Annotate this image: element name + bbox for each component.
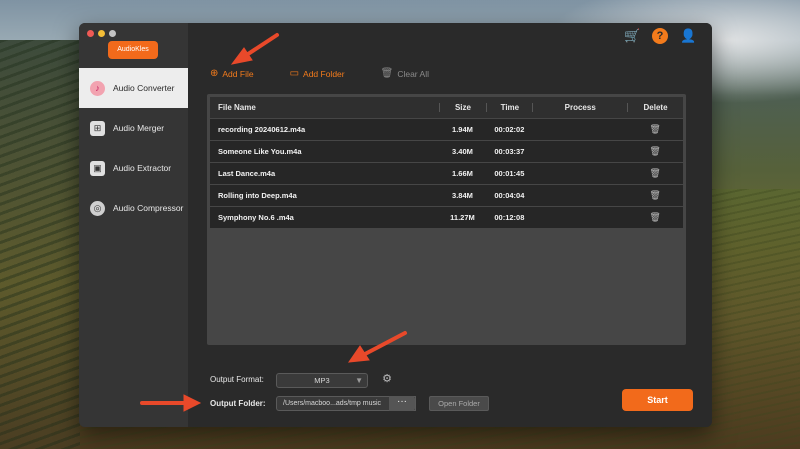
main-panel: 🛒 ? 👤 ⊕ Add File ▭ Add Folder 🗑 Clear Al… (188, 23, 712, 427)
converter-icon: ♪ (90, 80, 105, 96)
sidebar-item-audio-converter[interactable]: ♪ Audio Converter (79, 68, 188, 108)
help-icon[interactable]: ? (652, 28, 668, 44)
clear-all-label: Clear All (397, 68, 429, 79)
header-file-name: File Name (218, 103, 256, 112)
sidebar-item-audio-merger[interactable]: ⊞ Audio Merger (79, 108, 188, 148)
background-landscape-left (0, 40, 80, 449)
file-size: 3.40M (452, 147, 473, 156)
file-size: 3.84M (452, 191, 473, 200)
minimize-window-button[interactable] (98, 30, 105, 37)
file-time: 00:12:08 (494, 213, 525, 222)
open-folder-button[interactable]: Open Folder (429, 396, 489, 411)
delete-icon[interactable]: 🗑 (627, 212, 683, 223)
add-file-button[interactable]: ⊕ Add File (210, 68, 254, 79)
delete-icon[interactable]: 🗑 (627, 124, 683, 135)
clear-all-button[interactable]: 🗑 Clear All (381, 68, 429, 79)
gear-icon[interactable]: ⚙ (380, 372, 394, 386)
chevron-down-icon: ▼ (355, 376, 363, 385)
output-folder-label: Output Folder: (210, 399, 266, 408)
output-format-value: MP3 (314, 376, 330, 385)
table-row[interactable]: Rolling into Deep.m4a 3.84M 00:04:04 🗑 (210, 185, 683, 206)
output-format-select[interactable]: MP3 ▼ (276, 373, 368, 388)
file-time: 00:04:04 (494, 191, 525, 200)
account-icon[interactable]: 👤 (680, 28, 696, 44)
sidebar-item-label: Audio Merger (113, 123, 165, 133)
table-header: File Name Size Time Process Delete (210, 97, 683, 118)
sidebar: AudioKles ♪ Audio Converter ⊞ Audio Merg… (79, 23, 188, 427)
table-row[interactable]: Symphony No.6 .m4a 11.27M 00:12:08 🗑 (210, 207, 683, 228)
file-name: Someone Like You.m4a (218, 147, 302, 156)
browse-folder-button[interactable]: ··· (389, 396, 415, 411)
sidebar-nav: ♪ Audio Converter ⊞ Audio Merger ▣ Audio… (79, 68, 188, 228)
delete-icon[interactable]: 🗑 (627, 146, 683, 157)
output-format-label: Output Format: (210, 375, 264, 384)
merger-icon: ⊞ (90, 120, 105, 136)
table-row[interactable]: Last Dance.m4a 1.66M 00:01:45 🗑 (210, 163, 683, 184)
file-table: File Name Size Time Process Delete recor… (207, 94, 686, 345)
table-row[interactable]: Someone Like You.m4a 3.40M 00:03:37 🗑 (210, 141, 683, 162)
sidebar-item-label: Audio Compressor (113, 203, 184, 213)
header-process: Process (532, 103, 627, 112)
app-window: AudioKles ♪ Audio Converter ⊞ Audio Merg… (79, 23, 712, 427)
file-size: 11.27M (450, 213, 475, 222)
file-time: 00:02:02 (494, 125, 525, 134)
sidebar-item-audio-extractor[interactable]: ▣ Audio Extractor (79, 148, 188, 188)
extractor-icon: ▣ (90, 160, 105, 176)
close-window-button[interactable] (87, 30, 94, 37)
trash-icon: 🗑 (380, 68, 394, 79)
window-controls (87, 30, 116, 37)
file-size: 1.66M (452, 169, 473, 178)
header-size: Size (438, 103, 487, 112)
delete-icon[interactable]: 🗑 (627, 190, 683, 201)
file-name: recording 20240612.m4a (218, 125, 306, 134)
file-name: Symphony No.6 .m4a (218, 213, 294, 222)
top-icons: 🛒 ? 👤 (624, 28, 696, 44)
file-size: 1.94M (452, 125, 473, 134)
compressor-icon: ◎ (90, 200, 105, 216)
app-logo: AudioKles (108, 41, 158, 59)
zoom-window-button[interactable] (109, 30, 116, 37)
file-name: Last Dance.m4a (218, 169, 276, 178)
start-button[interactable]: Start (622, 389, 693, 411)
add-folder-label: Add Folder (303, 68, 345, 79)
delete-icon[interactable]: 🗑 (627, 168, 683, 179)
cart-icon[interactable]: 🛒 (624, 28, 640, 44)
sidebar-item-label: Audio Converter (113, 83, 175, 93)
file-time: 00:03:37 (494, 147, 525, 156)
add-folder-button[interactable]: ▭ Add Folder (290, 68, 345, 79)
table-row[interactable]: recording 20240612.m4a 1.94M 00:02:02 🗑 (210, 119, 683, 140)
sidebar-item-audio-compressor[interactable]: ◎ Audio Compressor (79, 188, 188, 228)
header-delete: Delete (627, 103, 683, 112)
file-time: 00:01:45 (494, 169, 525, 178)
add-file-label: Add File (222, 68, 254, 79)
sidebar-item-label: Audio Extractor (113, 163, 172, 173)
add-folder-icon: ▭ (289, 68, 300, 79)
header-time: Time (486, 103, 532, 112)
add-file-icon: ⊕ (210, 68, 219, 79)
toolbar: ⊕ Add File ▭ Add Folder 🗑 Clear All (210, 68, 429, 79)
file-name: Rolling into Deep.m4a (218, 191, 297, 200)
